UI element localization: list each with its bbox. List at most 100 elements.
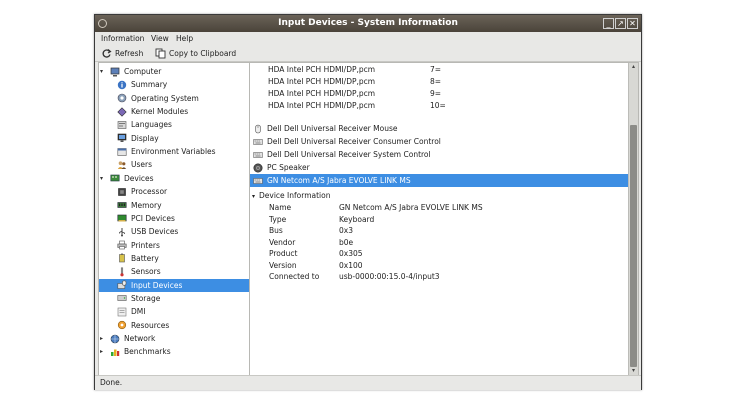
storage-icon	[117, 295, 127, 302]
device-row[interactable]: Dell Dell Universal Receiver System Cont…	[250, 148, 629, 161]
app-window: Input Devices - System Information _ ↗ ✕…	[94, 14, 642, 390]
tree-item-label: Battery	[131, 253, 159, 263]
keyboard-icon	[253, 177, 263, 184]
resources-icon	[117, 321, 127, 330]
toolbar: Refresh Copy to Clipboard	[95, 45, 641, 62]
device-row[interactable]: PC Speaker	[250, 161, 629, 174]
tree-item-label: PCI Devices	[131, 213, 175, 223]
close-button[interactable]: ✕	[627, 18, 638, 29]
mouse-icon	[255, 124, 261, 133]
pcm-value: 9=	[430, 89, 442, 98]
tree-item-label: Storage	[131, 293, 161, 303]
refresh-button[interactable]: Refresh	[101, 47, 143, 59]
tree-item-dmi[interactable]: DMI	[99, 305, 249, 318]
tree-item-label: Kernel Modules	[131, 107, 189, 117]
tree-item-computer[interactable]: ▾ Computer	[99, 65, 249, 78]
tree-item-processor[interactable]: Processor	[99, 185, 249, 198]
refresh-icon	[102, 48, 112, 58]
device-row[interactable]: GN Netcom A/S Jabra EVOLVE LINK MS	[250, 174, 629, 187]
pcm-value: 7=	[430, 65, 442, 74]
details-scrollbar[interactable]: ▴ ▾	[628, 63, 638, 375]
menu-help[interactable]: Help	[176, 34, 193, 43]
info-key: Version	[269, 260, 297, 270]
tree-item-label: Processor	[131, 187, 168, 197]
pcm-value: 8=	[430, 77, 442, 86]
tree-item-environment-variables[interactable]: Environment Variables	[99, 145, 249, 158]
tree-item-network[interactable]: ▸ Network	[99, 332, 249, 345]
info-value: 0x100	[339, 260, 363, 270]
maximize-button[interactable]: ↗	[615, 18, 626, 29]
usb-icon	[119, 227, 125, 237]
tree-item-pci-devices[interactable]: PCI Devices	[99, 212, 249, 225]
tree-item-storage[interactable]: Storage	[99, 292, 249, 305]
pci-icon	[117, 215, 127, 222]
details-pane[interactable]: HDA Intel PCH HDMI/DP,pcm 7= HDA Intel PCH…	[249, 62, 639, 376]
minimize-button[interactable]: _	[603, 18, 614, 29]
tree-item-kernel-modules[interactable]: Kernel Modules	[99, 105, 249, 118]
env-icon	[117, 147, 127, 156]
tree-item-languages[interactable]: Languages	[99, 118, 249, 131]
collapse-icon[interactable]: ▾	[100, 68, 103, 75]
tree-item-label: Environment Variables	[131, 147, 216, 157]
tree-item-label: Benchmarks	[124, 347, 171, 357]
info-icon	[117, 80, 127, 90]
info-value: 0x305	[339, 249, 363, 258]
tree-item-memory[interactable]: Memory	[99, 199, 249, 212]
language-icon	[117, 121, 127, 129]
tree-item-display[interactable]: Display	[99, 132, 249, 145]
expand-icon[interactable]: ▸	[100, 348, 103, 355]
refresh-label: Refresh	[115, 48, 144, 58]
scroll-up-icon[interactable]: ▴	[629, 63, 638, 71]
menu-information[interactable]: Information	[101, 34, 144, 43]
keyboard-icon	[253, 138, 263, 145]
module-icon	[117, 106, 127, 117]
tree-item-label: Summary	[131, 80, 168, 90]
devices-icon	[110, 174, 120, 182]
tree-item-label: Resources	[131, 320, 170, 330]
device-label: Dell Dell Universal Receiver System Cont…	[267, 150, 431, 159]
category-tree[interactable]: ▾ Computer Summary Operating System Kernel M…	[98, 62, 250, 376]
tree-item-printers[interactable]: Printers	[99, 239, 249, 252]
device-row[interactable]: Dell Dell Universal Receiver Mouse	[250, 122, 629, 135]
info-value: b0e	[339, 237, 354, 247]
info-key: Name	[269, 203, 292, 212]
device-row[interactable]: Dell Dell Universal Receiver Consumer Co…	[250, 135, 629, 148]
status-bar: Done.	[95, 375, 641, 390]
tree-item-label: Computer	[124, 67, 162, 76]
tree-item-battery[interactable]: Battery	[99, 252, 249, 265]
info-value: 0x3	[339, 226, 353, 235]
tree-item-input-devices[interactable]: Input Devices	[99, 278, 249, 292]
input-device-icon	[117, 280, 127, 289]
info-key: Product	[269, 249, 298, 258]
menu-view[interactable]: View	[151, 34, 169, 43]
title-bar[interactable]: Input Devices - System Information _ ↗ ✕	[95, 15, 641, 32]
device-label: Dell Dell Universal Receiver Mouse	[267, 124, 398, 133]
collapse-icon[interactable]: ▾	[252, 193, 255, 200]
device-info-section[interactable]: ▾ Device Information	[250, 191, 330, 200]
copy-to-clipboard-button[interactable]: Copy to Clipboard	[155, 47, 236, 59]
tree-item-summary[interactable]: Summary	[99, 78, 249, 91]
pcm-name: HDA Intel PCH HDMI/DP,pcm	[268, 65, 376, 74]
scrollbar-thumb[interactable]	[630, 125, 637, 367]
collapse-icon[interactable]: ▾	[100, 175, 103, 182]
info-key: Vendor	[269, 237, 296, 247]
tree-item-operating-system[interactable]: Operating System	[99, 92, 249, 105]
tree-item-devices[interactable]: ▾ Devices	[99, 172, 249, 185]
processor-icon	[118, 187, 126, 196]
info-value: GN Netcom A/S Jabra EVOLVE LINK MS	[339, 203, 483, 212]
tree-item-label: Users	[131, 160, 153, 170]
tree-item-resources[interactable]: Resources	[99, 319, 249, 332]
computer-icon	[110, 67, 120, 76]
tree-item-label: Sensors	[131, 267, 161, 277]
os-icon	[117, 93, 127, 103]
tree-item-sensors[interactable]: Sensors	[99, 265, 249, 278]
scroll-down-icon[interactable]: ▾	[629, 367, 638, 375]
tree-item-usb-devices[interactable]: USB Devices	[99, 225, 249, 238]
expand-icon[interactable]: ▸	[100, 335, 103, 342]
tree-item-users[interactable]: Users	[99, 158, 249, 171]
users-icon	[117, 161, 127, 169]
tree-item-benchmarks[interactable]: ▸ Benchmarks	[99, 345, 249, 358]
copy-icon	[155, 48, 166, 58]
status-text: Done.	[100, 378, 123, 387]
benchmark-icon	[111, 349, 120, 356]
